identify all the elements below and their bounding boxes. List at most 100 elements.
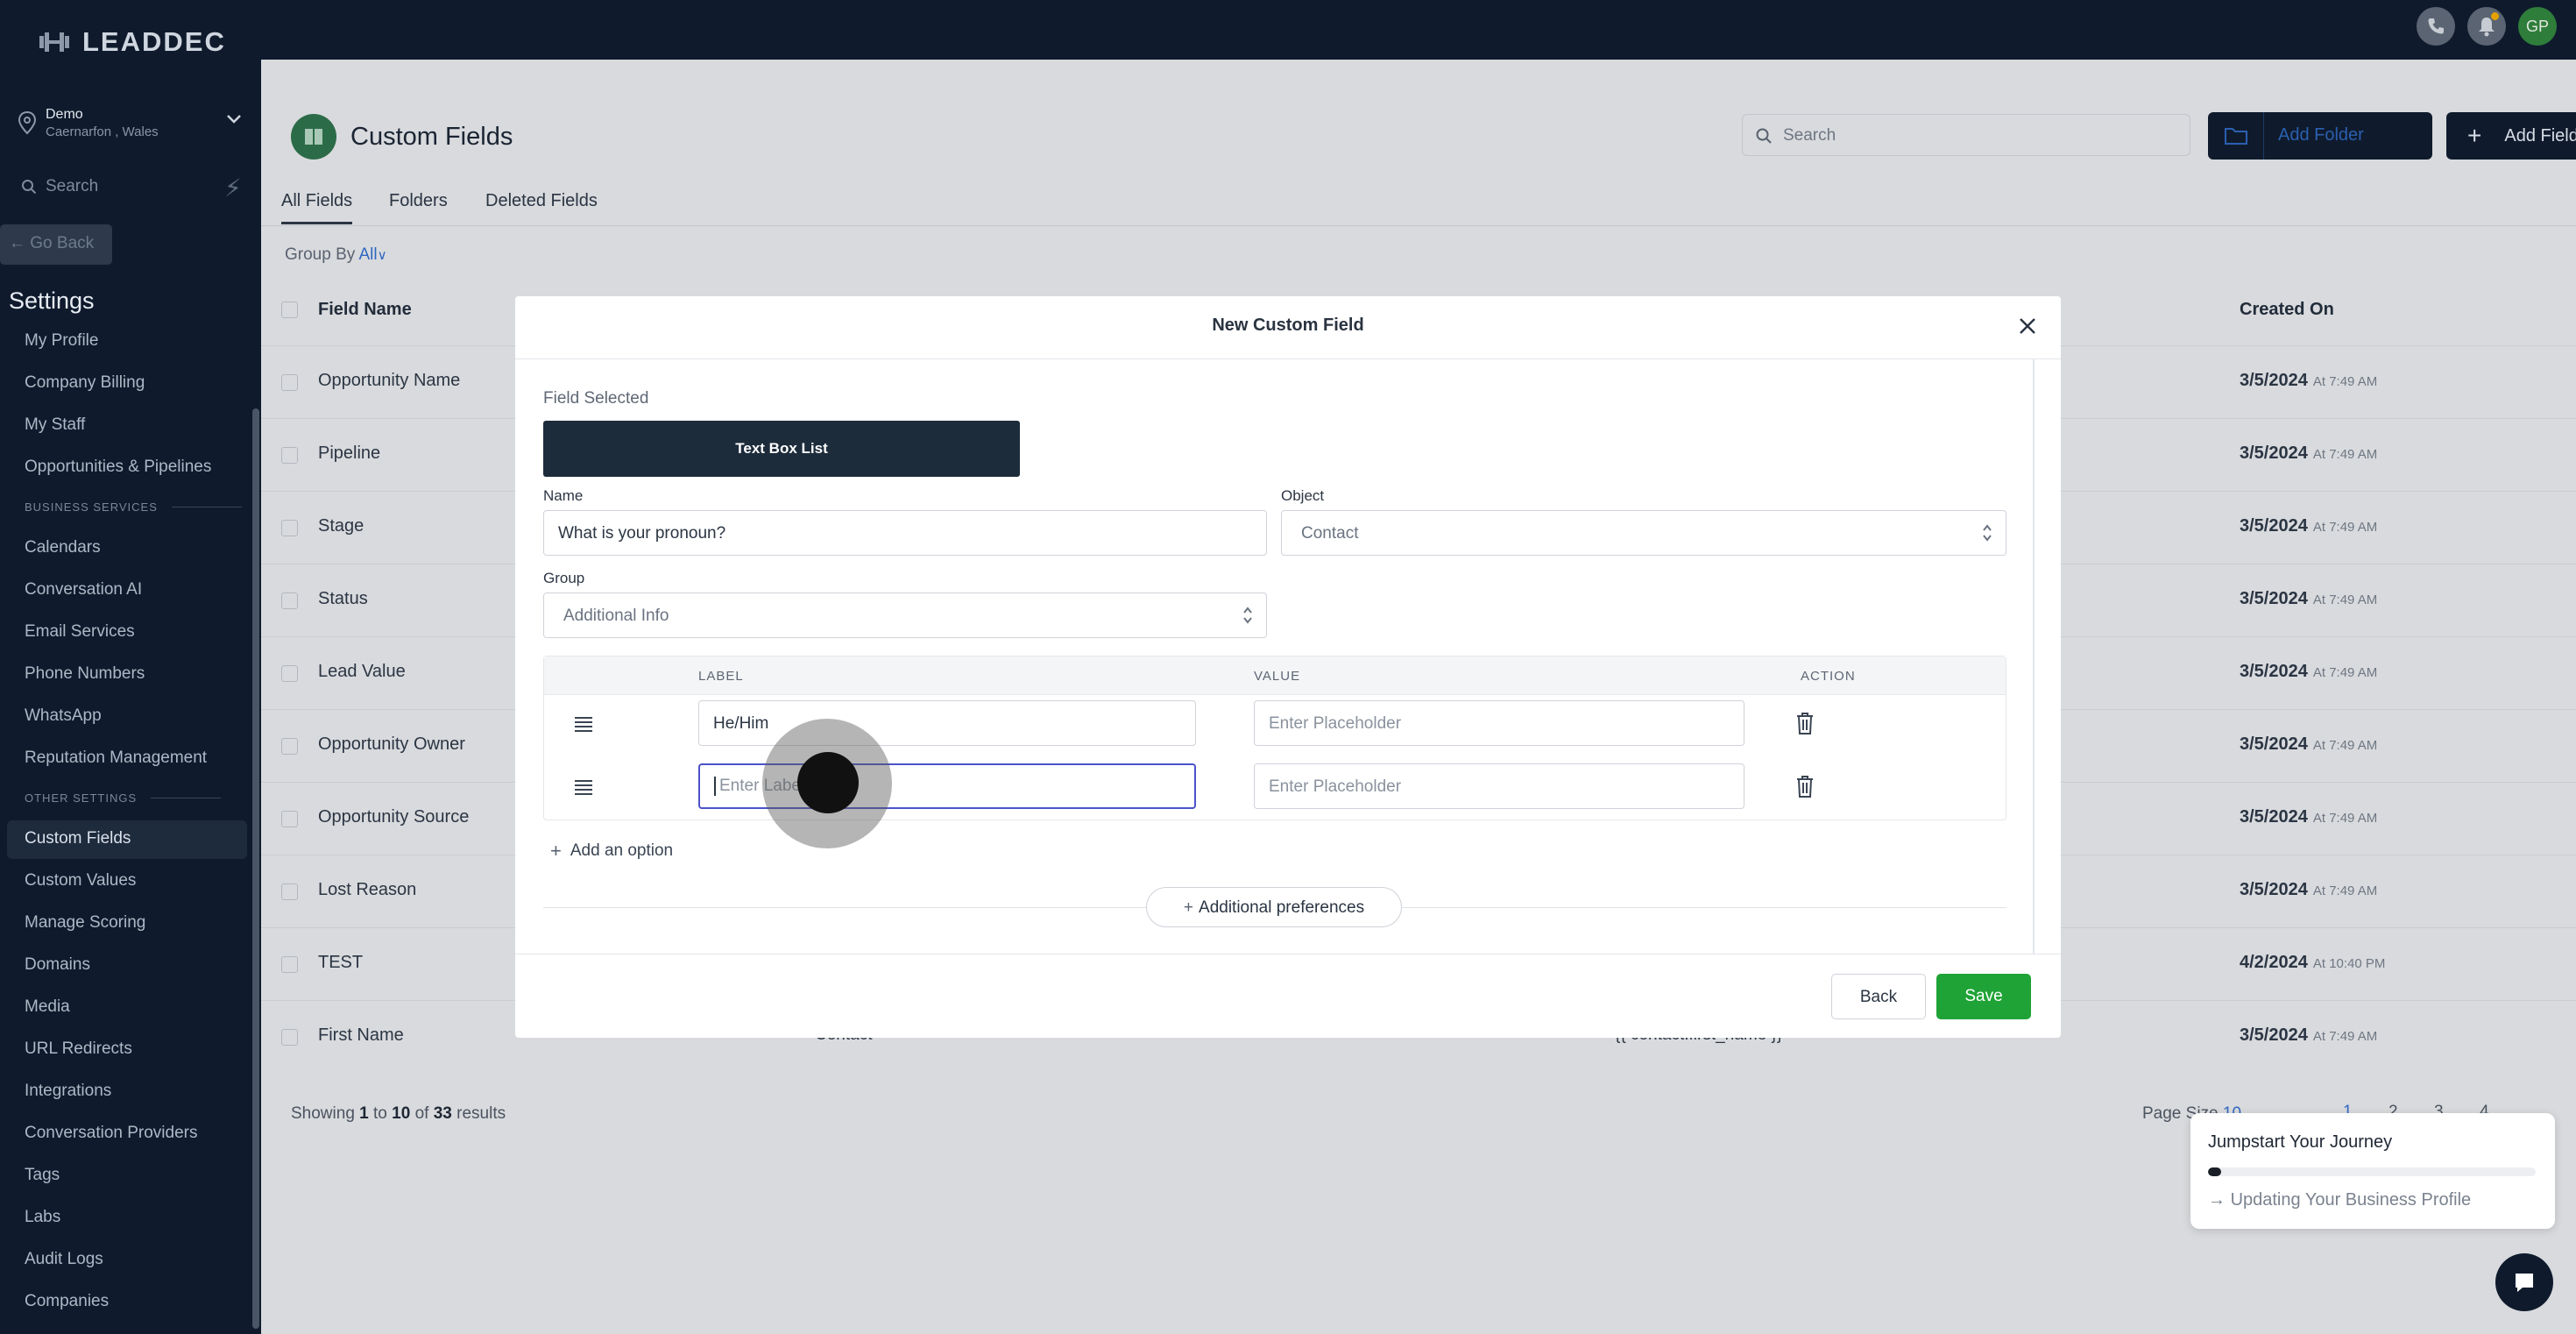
- object-select[interactable]: Contact: [1281, 510, 2006, 556]
- add-folder-label: Add Folder: [2278, 125, 2364, 145]
- location-switcher[interactable]: Demo Caernarfon , Wales: [16, 105, 245, 140]
- selected-field-type[interactable]: Text Box List: [543, 421, 1020, 477]
- row-checkbox[interactable]: [281, 592, 298, 609]
- section-other-settings: OTHER SETTINGS: [25, 791, 222, 805]
- phone-button[interactable]: [2417, 7, 2455, 46]
- drag-handle-icon[interactable]: [574, 716, 593, 732]
- sidebar-item-my-staff[interactable]: My Staff: [7, 407, 247, 445]
- chat-bubble-icon: [2516, 1274, 2533, 1292]
- trash-icon[interactable]: [1795, 774, 1815, 798]
- row-checkbox[interactable]: [281, 447, 298, 464]
- row-checkbox[interactable]: [281, 665, 298, 682]
- add-field-button[interactable]: + Add Field: [2446, 112, 2576, 160]
- created-time: At 7:49 AM: [2312, 1029, 2378, 1044]
- search-icon: [1756, 128, 1772, 144]
- drag-handle-icon[interactable]: [574, 779, 593, 795]
- sidebar-item-manage-scoring[interactable]: Manage Scoring: [7, 905, 247, 943]
- created-on: 4/2/2024 At 10:40 PM: [2240, 953, 2385, 973]
- group-label: Group: [543, 570, 585, 586]
- trash-icon[interactable]: [1795, 711, 1815, 735]
- created-on: 3/5/2024 At 7:49 AM: [2240, 880, 2377, 900]
- sidebar-item-custom-values[interactable]: Custom Values: [7, 862, 247, 901]
- row-checkbox[interactable]: [281, 956, 298, 973]
- created-date: 3/5/2024: [2240, 516, 2308, 536]
- sidebar-item-calendars[interactable]: Calendars: [7, 529, 247, 568]
- back-button[interactable]: Back: [1831, 974, 1926, 1019]
- created-time: At 7:49 AM: [2312, 738, 2378, 753]
- field-name: First Name: [318, 1025, 404, 1045]
- sidebar-item-email-services[interactable]: Email Services: [7, 614, 247, 652]
- sidebar-item-tags[interactable]: Tags: [7, 1157, 247, 1196]
- chat-widget-button[interactable]: [2495, 1253, 2553, 1311]
- jumpstart-journey-widget[interactable]: Jumpstart Your Journey → Updating Your B…: [2190, 1113, 2555, 1229]
- custom-fields-page-icon: [291, 114, 336, 160]
- close-icon[interactable]: [2017, 316, 2038, 337]
- created-on: 3/5/2024 At 7:49 AM: [2240, 807, 2377, 827]
- page-title: Custom Fields: [350, 123, 513, 151]
- sidebar-item-conversation-providers[interactable]: Conversation Providers: [7, 1115, 247, 1153]
- go-back-button[interactable]: ← Go Back: [0, 224, 112, 265]
- created-on: 3/5/2024 At 7:49 AM: [2240, 1025, 2377, 1046]
- fields-search-input[interactable]: Search: [1742, 114, 2190, 156]
- tab-deleted-fields[interactable]: Deleted Fields: [485, 191, 598, 211]
- journey-progress-bar: [2208, 1167, 2536, 1176]
- sidebar-search[interactable]: Search ⚡: [11, 168, 247, 203]
- sidebar-item-whatsapp[interactable]: WhatsApp: [7, 698, 247, 736]
- field-name: Pipeline: [318, 443, 381, 463]
- sidebar-item-reputation-management[interactable]: Reputation Management: [7, 740, 247, 778]
- sidebar-item-custom-fields[interactable]: Custom Fields: [7, 820, 247, 859]
- sidebar-item-audit-logs[interactable]: Audit Logs: [7, 1241, 247, 1280]
- column-field-name[interactable]: Field Name: [318, 300, 412, 320]
- add-option-button[interactable]: + Add an option: [550, 840, 673, 862]
- sidebar-item-url-redirects[interactable]: URL Redirects: [7, 1031, 247, 1069]
- sidebar-scrollbar[interactable]: [252, 408, 259, 1329]
- option-value-input[interactable]: Enter Placeholder: [1254, 763, 1744, 809]
- journey-step[interactable]: → Updating Your Business Profile: [2208, 1190, 2471, 1210]
- sidebar-item-domains[interactable]: Domains: [7, 947, 247, 985]
- sidebar-item-companies[interactable]: Companies: [7, 1283, 247, 1322]
- section-label: BUSINESS SERVICES: [25, 500, 158, 514]
- sidebar-item-phone-numbers[interactable]: Phone Numbers: [7, 656, 247, 694]
- row-checkbox[interactable]: [281, 738, 298, 755]
- section-label: OTHER SETTINGS: [25, 791, 138, 805]
- showing-from: 1: [359, 1104, 369, 1123]
- field-name: Lost Reason: [318, 880, 417, 899]
- created-time: At 10:40 PM: [2312, 956, 2386, 971]
- notifications-button[interactable]: [2467, 7, 2506, 46]
- row-checkbox[interactable]: [281, 883, 298, 900]
- created-time: At 7:49 AM: [2312, 374, 2378, 389]
- row-checkbox[interactable]: [281, 1029, 298, 1046]
- sidebar-item-opportunities[interactable]: Opportunities & Pipelines: [7, 449, 247, 487]
- plus-icon: +: [2467, 122, 2482, 149]
- brand-logo[interactable]: LEADDEC: [39, 25, 226, 60]
- additional-preferences-button[interactable]: + Additional preferences: [1146, 887, 1402, 927]
- tab-all-fields[interactable]: All Fields: [281, 191, 353, 224]
- select-all-checkbox[interactable]: [281, 302, 298, 318]
- sidebar-item-integrations[interactable]: Integrations: [7, 1073, 247, 1111]
- row-checkbox[interactable]: [281, 520, 298, 536]
- user-avatar[interactable]: GP: [2518, 7, 2557, 46]
- tab-folders[interactable]: Folders: [389, 191, 448, 211]
- sidebar-item-labs[interactable]: Labs: [7, 1199, 247, 1238]
- column-created-on[interactable]: Created On: [2240, 300, 2334, 320]
- field-selected-label: Field Selected: [543, 389, 649, 408]
- sidebar-item-media[interactable]: Media: [7, 989, 247, 1027]
- field-name: TEST: [318, 953, 364, 972]
- showing-suffix: results: [456, 1104, 506, 1123]
- option-label-input[interactable]: He/Him: [698, 700, 1196, 746]
- group-by-dropdown[interactable]: Group By All∨: [285, 245, 387, 265]
- option-value-input[interactable]: Enter Placeholder: [1254, 700, 1744, 746]
- row-checkbox[interactable]: [281, 811, 298, 827]
- group-select[interactable]: Additional Info: [543, 592, 1267, 638]
- name-input[interactable]: What is your pronoun?: [543, 510, 1267, 556]
- save-button[interactable]: Save: [1936, 974, 2031, 1019]
- row-checkbox[interactable]: [281, 374, 298, 391]
- sidebar-item-my-profile[interactable]: My Profile: [7, 323, 247, 361]
- sidebar-item-conversation-ai[interactable]: Conversation AI: [7, 571, 247, 610]
- modal-header: New Custom Field: [515, 296, 2061, 359]
- add-folder-button[interactable]: Add Folder: [2208, 112, 2432, 160]
- created-date: 3/5/2024: [2240, 807, 2308, 827]
- lightning-icon[interactable]: ⚡: [224, 174, 242, 202]
- sidebar-item-company-billing[interactable]: Company Billing: [7, 365, 247, 403]
- modal-scrollbar[interactable]: [2033, 359, 2035, 954]
